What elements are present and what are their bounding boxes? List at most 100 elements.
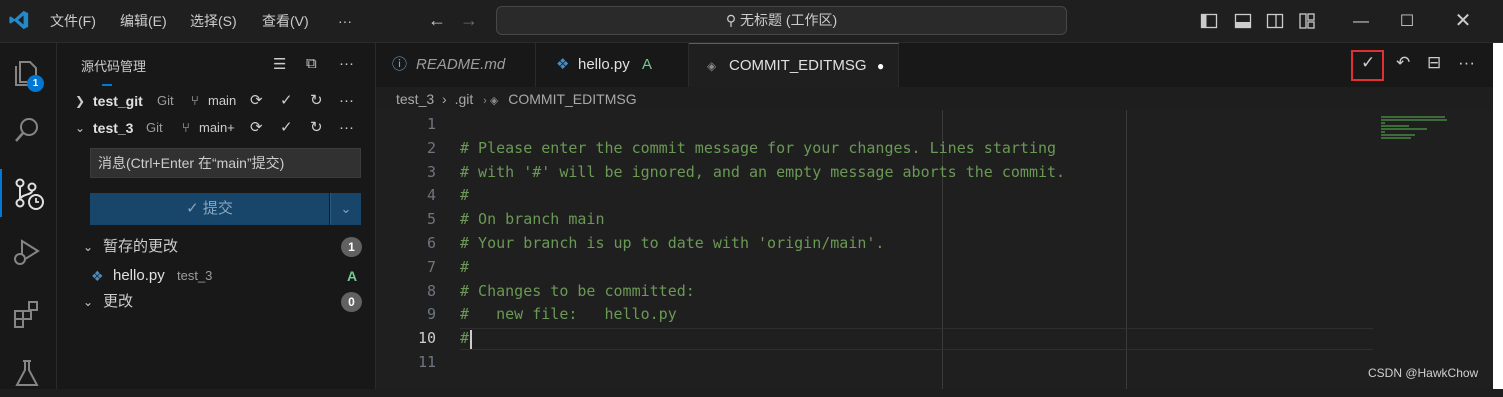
back-arrow-icon[interactable]: ← (428, 10, 446, 31)
line-number: 1 (426, 115, 436, 133)
tab-readme[interactable]: ⓘ README.md (376, 43, 536, 87)
run-debug-icon (14, 239, 40, 265)
repo-row-test-git[interactable]: ❯ test_git Git ⑂ main ⟳ ✓ ↻ ··· (57, 87, 376, 115)
repo-name: test_3 (93, 120, 134, 136)
line-number: 6 (426, 234, 436, 252)
line-number: 10 (417, 329, 436, 348)
title-bar: 文件(F) 编辑(E) 选择(S) 查看(V) ··· ← → ⚲ 无标题 (工… (0, 0, 1503, 43)
branch-icon: ⑂ (182, 120, 190, 135)
editor-more-icon[interactable]: ··· (1458, 53, 1475, 73)
tab-label: hello.py (578, 56, 630, 73)
explorer-badge: 1 (27, 75, 44, 92)
editor-tab-bar: ⓘ README.md ❖ hello.py A ◈ COMMIT_EDITMS… (376, 43, 1503, 87)
breadcrumb-item[interactable]: COMMIT_EDITMSG (508, 91, 636, 107)
source-control-icon (15, 178, 44, 210)
code-editor[interactable]: 1 2 # Please enter the commit message for … (376, 110, 1503, 389)
menu-edit[interactable]: 编辑(E) (120, 0, 167, 43)
close-icon[interactable]: ✕ (1440, 0, 1486, 43)
minimize-icon[interactable]: — (1338, 0, 1384, 43)
view-as-list-icon[interactable]: ☰ (273, 55, 286, 73)
git-file-icon: › ◈ (483, 95, 499, 107)
chevron-right-icon: ❯ (75, 94, 86, 108)
refresh-icon[interactable]: ↻ (310, 114, 323, 142)
commit-message-input[interactable]: 消息(Ctrl+Enter 在“main”提交) (90, 148, 361, 178)
menu-more[interactable]: ··· (338, 0, 352, 43)
line-number: 11 (417, 353, 436, 371)
repo-provider: Git (157, 93, 174, 108)
changes-label: 更改 (103, 293, 134, 310)
workspace-title: 无标题 (工作区) (739, 12, 838, 28)
repo-branch[interactable]: main+ (199, 114, 235, 142)
commit-check-icon[interactable]: ✓ (280, 114, 293, 142)
split-editor-icon[interactable]: ⊟ (1427, 53, 1441, 73)
breadcrumb-item[interactable]: .git (455, 91, 474, 107)
sidebar-title: 源代码管理 (81, 59, 147, 74)
toggle-secondary-sidebar-icon[interactable] (1266, 12, 1284, 30)
changes-group[interactable]: ⌄ 更改 0 (57, 289, 376, 315)
search-activity[interactable] (0, 107, 57, 155)
highlight-annotation (1351, 50, 1384, 81)
testing-activity[interactable] (0, 349, 57, 397)
maximize-icon[interactable]: ☐ (1384, 0, 1430, 43)
line-number: 9 (426, 305, 436, 324)
tab-label: README.md (416, 56, 506, 73)
changes-count-badge: 0 (341, 292, 362, 312)
code-line: # new file: hello.py (460, 305, 677, 324)
code-line: # Please enter the commit message for yo… (460, 138, 1057, 157)
sync-icon[interactable]: ⟳ (250, 114, 263, 142)
repo-branch[interactable]: main (208, 87, 236, 115)
toggle-panel-icon[interactable] (1234, 12, 1252, 30)
tab-commit-editmsg[interactable]: ◈ COMMIT_EDITMSG ● (689, 43, 899, 87)
breadcrumb-item[interactable]: test_3 (396, 91, 434, 107)
minimap[interactable] (1381, 116, 1451, 140)
unsaved-dot-icon[interactable]: ● (877, 44, 884, 88)
commit-check-icon[interactable]: ✓ (280, 87, 293, 115)
activity-bar: 1 (0, 43, 57, 389)
current-line-highlight (460, 328, 1373, 350)
info-icon: ⓘ (392, 56, 408, 73)
commit-button[interactable]: ✓ 提交 (90, 193, 329, 225)
flask-icon (15, 360, 39, 386)
chevron-down-icon: ⌄ (83, 240, 94, 254)
extensions-icon (14, 301, 38, 328)
sync-icon[interactable]: ⟳ (250, 87, 263, 115)
breadcrumb: test_3 › .git › ◈ COMMIT_EDITMSG (396, 91, 637, 107)
repo-more-icon[interactable]: ··· (339, 114, 354, 142)
code-line: # Changes to be committed: (460, 281, 695, 300)
menu-view[interactable]: 查看(V) (262, 0, 309, 43)
source-control-activity[interactable] (0, 169, 57, 217)
staged-count-badge: 1 (341, 237, 362, 257)
line-number: 4 (426, 186, 436, 205)
chevron-down-icon: ⌄ (83, 295, 94, 309)
staged-file-row[interactable]: ❖ hello.py test_3 A (57, 263, 376, 289)
staged-changes-group[interactable]: ⌄ 暂存的更改 1 (57, 234, 376, 260)
watermark: CSDN @HawkChow (1368, 366, 1479, 380)
extensions-activity[interactable] (0, 291, 57, 339)
explorer-activity[interactable]: 1 (0, 49, 57, 97)
tab-status: A (642, 56, 653, 73)
code-line: # Your branch is up to date with 'origin… (460, 234, 885, 252)
menu-selection[interactable]: 选择(S) (190, 0, 237, 43)
repo-provider: Git (146, 120, 163, 135)
customize-layout-icon[interactable] (1298, 12, 1316, 30)
line-number: 7 (426, 257, 436, 276)
repo-row-test-3[interactable]: ⌄ test_3 Git ⑂ main+ ⟳ ✓ ↻ ··· (57, 114, 376, 142)
forward-arrow-icon[interactable]: → (460, 10, 478, 31)
command-center-search[interactable]: ⚲ 无标题 (工作区) (496, 6, 1067, 35)
toggle-primary-sidebar-icon[interactable] (1200, 12, 1218, 30)
tab-hello-py[interactable]: ❖ hello.py A (536, 43, 689, 87)
repo-indicator (102, 84, 112, 86)
staged-changes-label: 暂存的更改 (103, 238, 179, 255)
more-actions-icon[interactable]: ··· (339, 55, 354, 72)
menu-file[interactable]: 文件(F) (50, 0, 96, 43)
commit-dropdown-icon[interactable]: ⌄ (330, 193, 361, 225)
file-folder: test_3 (177, 268, 213, 283)
repo-more-icon[interactable]: ··· (339, 87, 354, 115)
refresh-icon[interactable]: ↻ (310, 87, 323, 115)
file-status: A (347, 268, 358, 284)
vscode-logo-icon (9, 10, 29, 30)
run-debug-activity[interactable] (0, 229, 57, 277)
collapse-all-icon[interactable]: ⧉ (306, 55, 317, 72)
discard-commit-icon[interactable]: ↶ (1396, 53, 1410, 73)
line-number: 3 (426, 162, 436, 181)
